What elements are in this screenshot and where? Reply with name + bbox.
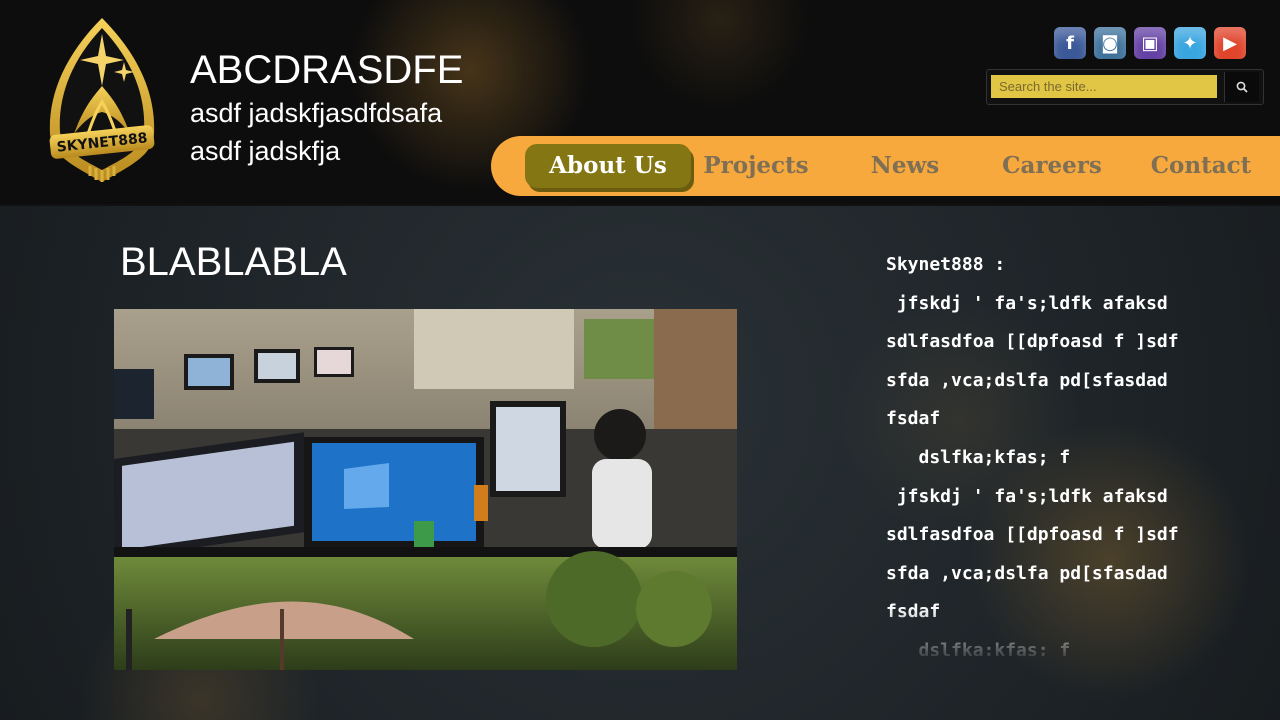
sidebar-text-line: fsdaf	[886, 601, 941, 623]
site-search	[986, 69, 1264, 105]
main-navigation: About Us Projects News Careers Contact	[491, 136, 1280, 196]
nav-news[interactable]: News	[853, 144, 957, 188]
skynet888-logo[interactable]: SKYNET888	[44, 16, 160, 184]
instagram-icon[interactable]: ◙	[1094, 27, 1126, 59]
site-title: ABCDRASDFE	[190, 48, 464, 92]
sidebar-text-line: dslfka;kfas; f	[886, 446, 1071, 468]
sidebar-text-line: sdlfasdfoa [[dpfoasd f ]sdf	[886, 524, 1179, 546]
nav-about-us[interactable]: About Us	[525, 144, 691, 188]
sidebar-text-line: sfda ,vca;dslfa pd[sfasdad	[886, 562, 1168, 584]
sidebar-text-line: dslfka;kfas; f	[886, 639, 1071, 656]
sidebar-text-line: sdlfasdfoa [[dpfoasd f ]sdf	[886, 331, 1179, 353]
page-title: BLABLABLA	[120, 240, 347, 284]
nav-careers[interactable]: Careers	[987, 144, 1117, 188]
site-header: SKYNET888 ABCDRASDFE asdf jadskfjasdfdsa…	[0, 0, 1280, 206]
search-input[interactable]	[991, 75, 1217, 98]
nav-projects[interactable]: Projects	[689, 144, 823, 188]
facebook-icon[interactable]: f	[1054, 27, 1086, 59]
sidebar-heading: Skynet888 :	[886, 254, 1006, 275]
search-button[interactable]	[1224, 72, 1259, 102]
sidebar-text-line: sfda ,vca;dslfa pd[sfasdad	[886, 369, 1168, 391]
office-photo	[114, 309, 737, 670]
tagline-line-2: asdf jadskfja	[190, 136, 341, 166]
twitter-icon[interactable]: ✦	[1174, 27, 1206, 59]
sidebar-text-line: jfskdj ' fa's;ldfk afaksd	[886, 292, 1168, 314]
sidebar-text-line: fsdaf	[886, 408, 941, 430]
sidebar-text-line: jfskdj ' fa's;ldfk afaksd	[886, 485, 1168, 507]
search-icon	[1236, 81, 1248, 93]
tagline-line-1: asdf jadskfjasdfdsafa	[190, 98, 443, 128]
youtube-icon[interactable]: ▶	[1214, 27, 1246, 59]
nav-contact[interactable]: Contact	[1139, 144, 1263, 188]
twitch-icon[interactable]: ▣	[1134, 27, 1166, 59]
site-tagline: asdf jadskfjasdfdsafa asdf jadskfja	[190, 94, 490, 170]
sidebar-text-block: Skynet888 : jfskdj ' fa's;ldfk afaksd sd…	[886, 246, 1186, 656]
social-links: f ◙ ▣ ✦ ▶	[1054, 27, 1246, 59]
